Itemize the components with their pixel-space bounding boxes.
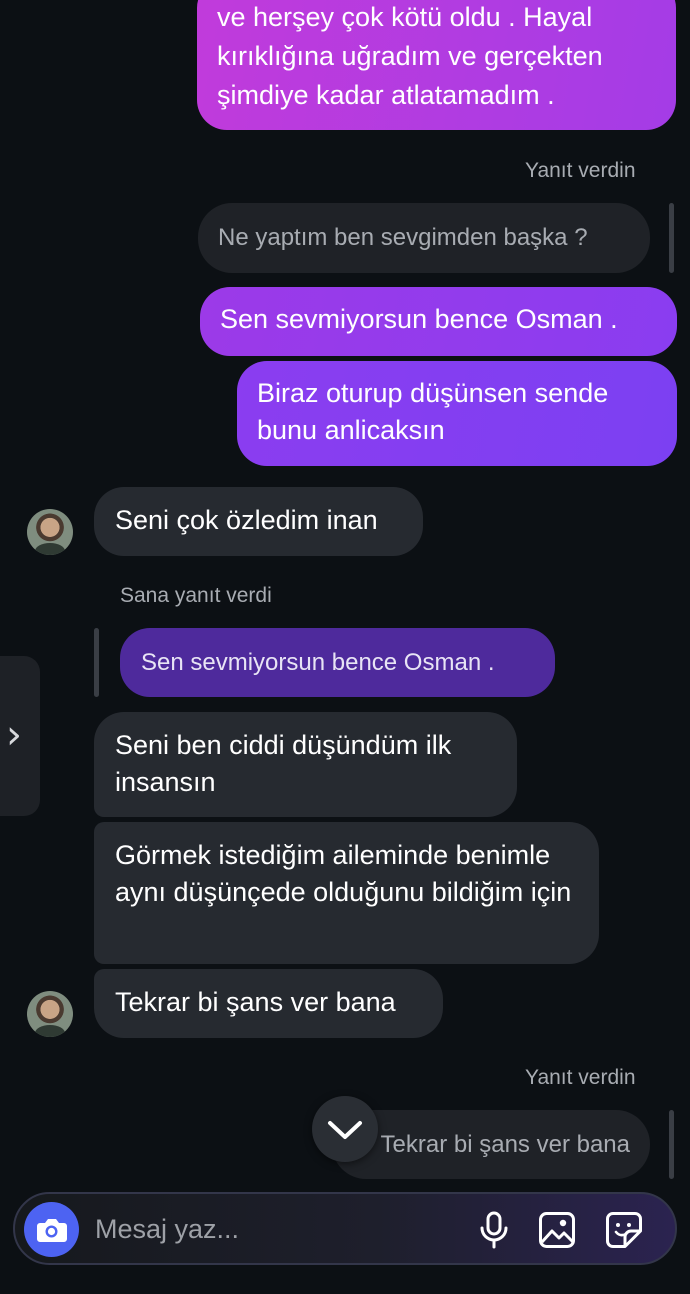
- reply-indicator: Yanıt verdin: [525, 1066, 636, 1089]
- message-composer[interactable]: Mesaj yaz...: [13, 1192, 677, 1265]
- quoted-reply[interactable]: Tekrar bi şans ver bana: [332, 1110, 650, 1179]
- image-icon[interactable]: [538, 1211, 576, 1249]
- incoming-message-bubble[interactable]: Tekrar bi şans ver bana: [94, 969, 443, 1038]
- message-text: Seni çok özledim inan: [115, 505, 378, 535]
- camera-icon: [37, 1219, 67, 1242]
- message-input[interactable]: Mesaj yaz...: [95, 1212, 239, 1246]
- message-text: Biraz oturup düşünsen sende bunu anlicak…: [257, 378, 609, 445]
- quoted-reply-text: Ne yaptım ben sevgimden başka ?: [218, 224, 588, 251]
- message-text: Sen sevmiyorsun bence Osman .: [220, 304, 618, 334]
- incoming-message-bubble[interactable]: Seni çok özledim inan: [94, 487, 423, 556]
- reply-indicator: Sana yanıt verdi: [120, 584, 272, 607]
- outgoing-message-bubble[interactable]: ve herşey çok kötü oldu . Hayal kırıklığ…: [197, 0, 676, 130]
- quoted-reply[interactable]: Sen sevmiyorsun bence Osman .: [120, 628, 555, 697]
- outgoing-message-bubble[interactable]: Biraz oturup düşünsen sende bunu anlicak…: [237, 361, 677, 466]
- avatar[interactable]: [27, 509, 73, 555]
- quote-bar: [669, 1110, 674, 1179]
- quoted-reply-text: Tekrar bi şans ver bana: [380, 1131, 630, 1158]
- chevron-right-icon: ›: [6, 712, 22, 758]
- avatar[interactable]: [27, 991, 73, 1037]
- incoming-message-bubble[interactable]: Görmek istediğim aileminde benimle aynı …: [94, 822, 599, 964]
- quote-bar: [669, 203, 674, 273]
- message-text: Görmek istediğim aileminde benimle aynı …: [115, 840, 572, 907]
- message-text: ve herşey çok kötü oldu . Hayal kırıklığ…: [217, 2, 603, 110]
- camera-button[interactable]: [24, 1202, 79, 1257]
- outgoing-message-bubble[interactable]: Sen sevmiyorsun bence Osman .: [200, 287, 677, 356]
- sticker-icon[interactable]: [605, 1211, 643, 1249]
- side-panel-tab[interactable]: ›: [0, 656, 40, 816]
- incoming-message-bubble[interactable]: Seni ben ciddi düşündüm ilk insansın: [94, 712, 517, 817]
- microphone-icon[interactable]: [477, 1211, 511, 1249]
- message-text: Seni ben ciddi düşündüm ilk insansın: [115, 730, 452, 797]
- scroll-down-button[interactable]: [312, 1096, 378, 1162]
- reply-indicator: Yanıt verdin: [525, 159, 636, 182]
- message-text: Tekrar bi şans ver bana: [115, 987, 396, 1017]
- quote-bar: [94, 628, 99, 697]
- quoted-reply[interactable]: Ne yaptım ben sevgimden başka ?: [198, 203, 650, 273]
- quoted-reply-text: Sen sevmiyorsun bence Osman .: [141, 649, 495, 676]
- chevron-down-icon: [328, 1121, 362, 1139]
